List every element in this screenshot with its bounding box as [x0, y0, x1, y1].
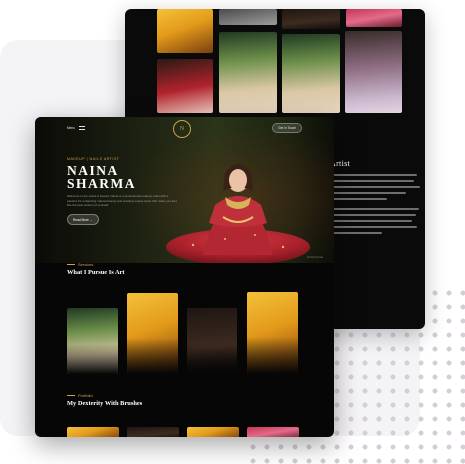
hero-intro: Welcome to the world of beauty. Naina is… — [67, 194, 177, 207]
gallery-photo-lavender[interactable] — [345, 31, 402, 113]
text-line — [330, 226, 418, 228]
portfolio-title: My Dexterity With Brushes — [67, 400, 143, 407]
about-text-block: Artist — [330, 159, 425, 234]
text-line — [330, 180, 414, 182]
service-card-haldi[interactable] — [247, 292, 298, 374]
hero-kicker: Makeup | Nails Artist — [67, 157, 120, 161]
hero-name: NAINA SHARMA — [67, 164, 179, 191]
text-line — [330, 232, 383, 234]
bride-hero-image — [166, 164, 310, 263]
brand-logo[interactable]: N — [173, 120, 191, 138]
gallery-photo-yellow-outfit[interactable] — [157, 9, 213, 53]
portfolio-photo[interactable] — [187, 427, 239, 437]
portfolio-label-text: Portfolio — [78, 393, 93, 398]
gallery-photo-mehendi[interactable] — [282, 34, 340, 113]
dash-icon — [67, 395, 75, 396]
portfolio-photo[interactable] — [127, 427, 179, 437]
gallery-photo-pink[interactable] — [346, 9, 402, 27]
gallery-photo-green-outfit[interactable] — [219, 32, 277, 113]
portfolio-photo[interactable] — [67, 427, 119, 437]
portfolio-label: Portfolio — [67, 393, 142, 398]
text-line — [330, 198, 387, 200]
service-card-party[interactable] — [127, 293, 178, 374]
dash-icon — [67, 264, 75, 265]
services-title: What I Pursue Is Art — [67, 269, 125, 276]
service-card-bridal[interactable] — [67, 308, 118, 374]
services-label: Services — [67, 262, 125, 267]
menu-label: Menu — [67, 126, 75, 130]
menu-button[interactable]: Menu — [67, 126, 85, 130]
text-line — [330, 208, 420, 210]
text-line — [330, 186, 421, 188]
gallery-photo-top[interactable] — [219, 9, 277, 25]
scroll-hint: Scroll to know — [307, 256, 324, 259]
text-line — [330, 220, 412, 222]
hero-copy: Makeup | Nails Artist NAINA SHARMA Welco… — [67, 157, 179, 226]
get-in-touch-button[interactable]: Get in Touch — [272, 123, 302, 133]
read-more-button[interactable]: Read More → — [67, 214, 99, 225]
home-page-window: Menu Get in Touch N Makeup | Nails Artis… — [35, 117, 334, 437]
services-section: Services What I Pursue Is Art — [67, 262, 125, 276]
portfolio-photo[interactable] — [247, 427, 299, 437]
gallery-photo-red-lehenga[interactable] — [157, 59, 213, 113]
about-heading: Artist — [330, 159, 351, 168]
hero-name-last: SHARMA — [67, 176, 136, 191]
gallery-photo-dark[interactable] — [282, 9, 340, 29]
text-line — [330, 192, 406, 194]
text-line — [330, 174, 418, 176]
text-line — [330, 214, 416, 216]
hamburger-icon — [78, 126, 85, 130]
services-label-text: Services — [78, 262, 94, 267]
service-card-mehendi[interactable] — [187, 308, 237, 374]
portfolio-section: Portfolio My Dexterity With Brushes — [67, 393, 142, 407]
